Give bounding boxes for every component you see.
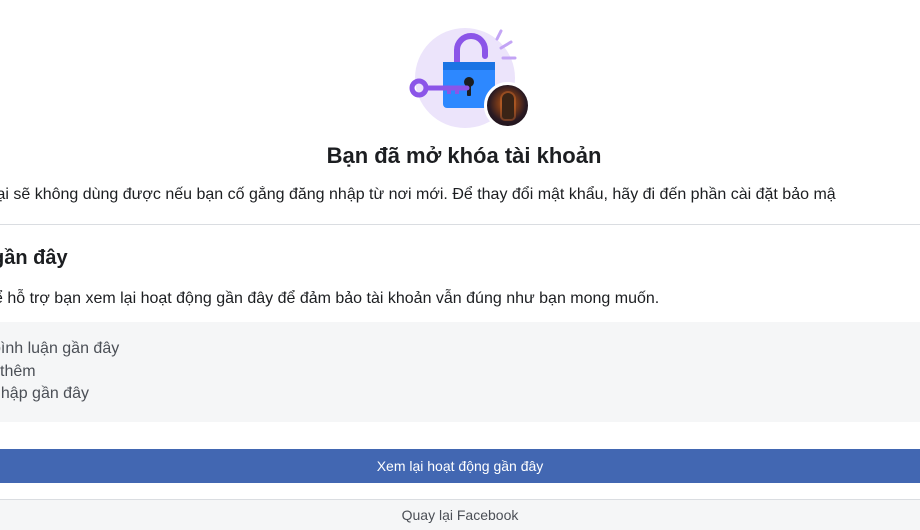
review-activity-button[interactable]: Xem lại hoạt động gần đây <box>0 449 920 483</box>
list-item: bình luận gần đây <box>0 340 120 357</box>
account-unlocked-page: Bạn đã mở khóa tài khoản tại sẽ không dù… <box>0 0 920 530</box>
page-title: Bạn đã mở khóa tài khoản <box>326 143 602 168</box>
list-item: nhập gần đây <box>0 385 89 402</box>
activity-list: bình luận gần đây i thêm nhập gần đây <box>0 322 920 422</box>
divider <box>0 224 920 225</box>
back-to-facebook-button[interactable]: Quay lại Facebook <box>0 499 920 530</box>
avatar <box>484 82 531 129</box>
avatar-figure <box>502 93 514 119</box>
recent-activity-title: gần đây <box>0 247 68 269</box>
page-subtitle: tại sẽ không dùng được nếu bạn cố gắng đ… <box>0 186 836 203</box>
list-item: i thêm <box>0 363 36 380</box>
recent-activity-description: ể hỗ trợ bạn xem lại hoạt động gần đây đ… <box>0 290 660 307</box>
